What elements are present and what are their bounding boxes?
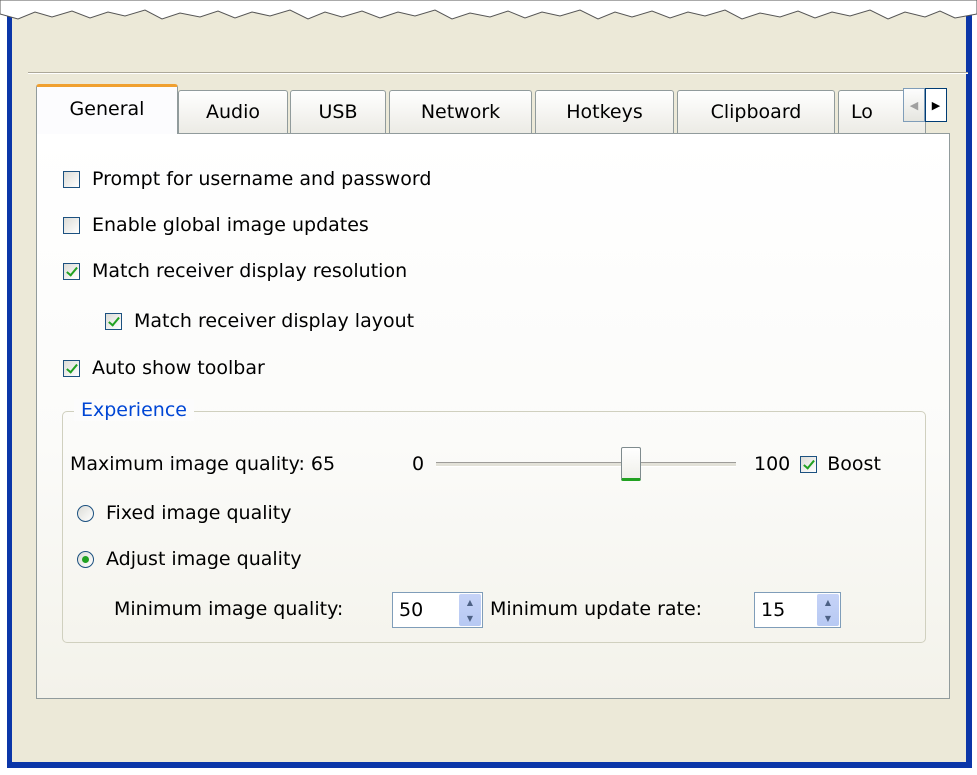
fixed-quality-label: Fixed image quality [106,502,292,524]
option-match-layout[interactable]: Match receiver display layout [105,310,414,332]
tab-label: Network [420,101,501,123]
experience-legend: Experience [74,399,194,421]
chevron-left-icon[interactable]: ◀ [903,88,925,122]
option-match-resolution[interactable]: Match receiver display resolution [63,260,407,282]
slider-min-label: 0 [412,452,424,476]
torn-edge-decoration [0,0,977,20]
min-quality-label: Minimum image quality: [114,598,344,620]
tab-general[interactable]: General [36,84,178,134]
min-rate-spinner[interactable]: 15 ▲ ▼ [754,592,841,628]
stepper-up-icon[interactable]: ▲ [817,594,839,610]
tab-hotkeys[interactable]: Hotkeys [535,90,674,133]
slider-max-value: 100 [754,453,791,475]
option-prompt-credentials[interactable]: Prompt for username and password [63,168,431,190]
stepper-down-icon[interactable]: ▼ [459,610,481,626]
global-image-updates-checkbox[interactable] [63,216,80,234]
option-label: Enable global image updates [92,214,369,236]
min-rate-stepper[interactable]: ▲ ▼ [817,594,839,626]
min-rate-label: Minimum update rate: [490,598,703,620]
min-quality-stepper[interactable]: ▲ ▼ [459,594,481,626]
min-quality-value[interactable]: 50 [393,599,459,621]
boost-checkbox[interactable] [800,455,818,473]
fixed-quality-option[interactable]: Fixed image quality [77,502,292,524]
tab-label: Lo [851,101,873,123]
quality-slider-track[interactable] [436,462,736,467]
option-global-image-updates[interactable]: Enable global image updates [63,214,369,236]
min-rate-label-row: Minimum update rate: [490,597,702,621]
option-label: Auto show toolbar [92,357,265,379]
fixed-quality-radio[interactable] [77,504,94,522]
chevron-right-icon[interactable]: ▶ [925,88,947,122]
option-label: Prompt for username and password [92,168,432,190]
adjust-quality-radio[interactable] [77,550,94,568]
tab-network[interactable]: Network [389,90,532,133]
stepper-up-icon[interactable]: ▲ [459,594,481,610]
match-resolution-checkbox[interactable] [63,262,80,280]
adjust-quality-label: Adjust image quality [106,548,302,570]
max-quality-label: Maximum image quality: 65 [70,453,336,475]
slider-min-value: 0 [412,453,425,475]
option-label: Match receiver display layout [134,310,415,332]
stepper-down-icon[interactable]: ▼ [817,610,839,626]
separator [28,72,968,74]
option-auto-toolbar[interactable]: Auto show toolbar [63,357,265,379]
min-quality-spinner[interactable]: 50 ▲ ▼ [392,592,483,628]
tab-label: USB [318,101,358,123]
tab-label: Audio [205,101,260,123]
adjust-quality-option[interactable]: Adjust image quality [77,548,302,570]
tab-scroll-buttons: ◀ ▶ [903,88,947,124]
tab-label: Hotkeys [566,101,643,123]
tab-label: Clipboard [710,101,802,123]
tab-usb[interactable]: USB [290,90,386,133]
min-rate-value[interactable]: 15 [755,599,817,621]
prompt-credentials-checkbox[interactable] [63,170,80,188]
tab-label: General [69,97,145,120]
min-quality-label-row: Minimum image quality: [114,597,343,621]
match-layout-checkbox[interactable] [105,312,122,330]
max-quality-row: Maximum image quality: 65 [70,452,335,476]
tab-clipboard[interactable]: Clipboard [677,90,835,133]
slider-max-row: 100 Boost [754,452,881,476]
auto-toolbar-checkbox[interactable] [63,359,80,377]
option-label: Match receiver display resolution [92,260,408,282]
tab-audio[interactable]: Audio [178,90,288,133]
boost-label: Boost [827,453,881,475]
quality-slider-thumb[interactable] [621,447,641,481]
